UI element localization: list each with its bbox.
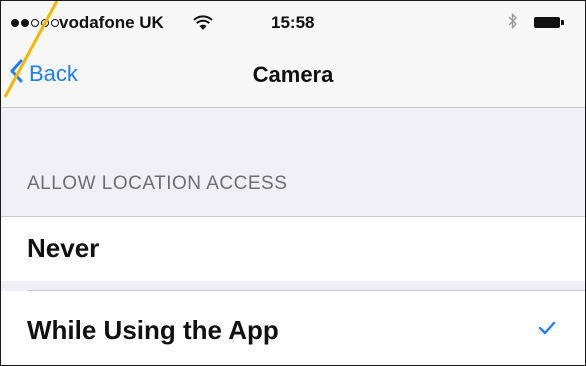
option-label: While Using the App bbox=[27, 315, 279, 345]
navigation-bar: Back Camera bbox=[1, 45, 585, 108]
phone-screen: vodafone UK 15:58 Back Camera ALLOW LOCA… bbox=[0, 0, 586, 366]
battery-icon bbox=[534, 17, 560, 28]
section-header: ALLOW LOCATION ACCESS bbox=[27, 173, 288, 194]
carrier-name: vodafone UK bbox=[59, 13, 164, 32]
bluetooth-icon bbox=[508, 12, 518, 35]
option-while-using-app[interactable]: While Using the App bbox=[1, 291, 585, 365]
status-time: 15:58 bbox=[271, 13, 315, 32]
signal-strength-icon bbox=[11, 19, 59, 27]
option-never[interactable]: Never bbox=[1, 217, 585, 281]
option-label: Never bbox=[27, 233, 100, 263]
status-bar: vodafone UK 15:58 bbox=[1, 1, 585, 45]
wifi-icon bbox=[193, 15, 213, 36]
page-title: Camera bbox=[252, 62, 334, 87]
checkmark-icon bbox=[538, 321, 556, 340]
battery-tip bbox=[561, 20, 564, 25]
